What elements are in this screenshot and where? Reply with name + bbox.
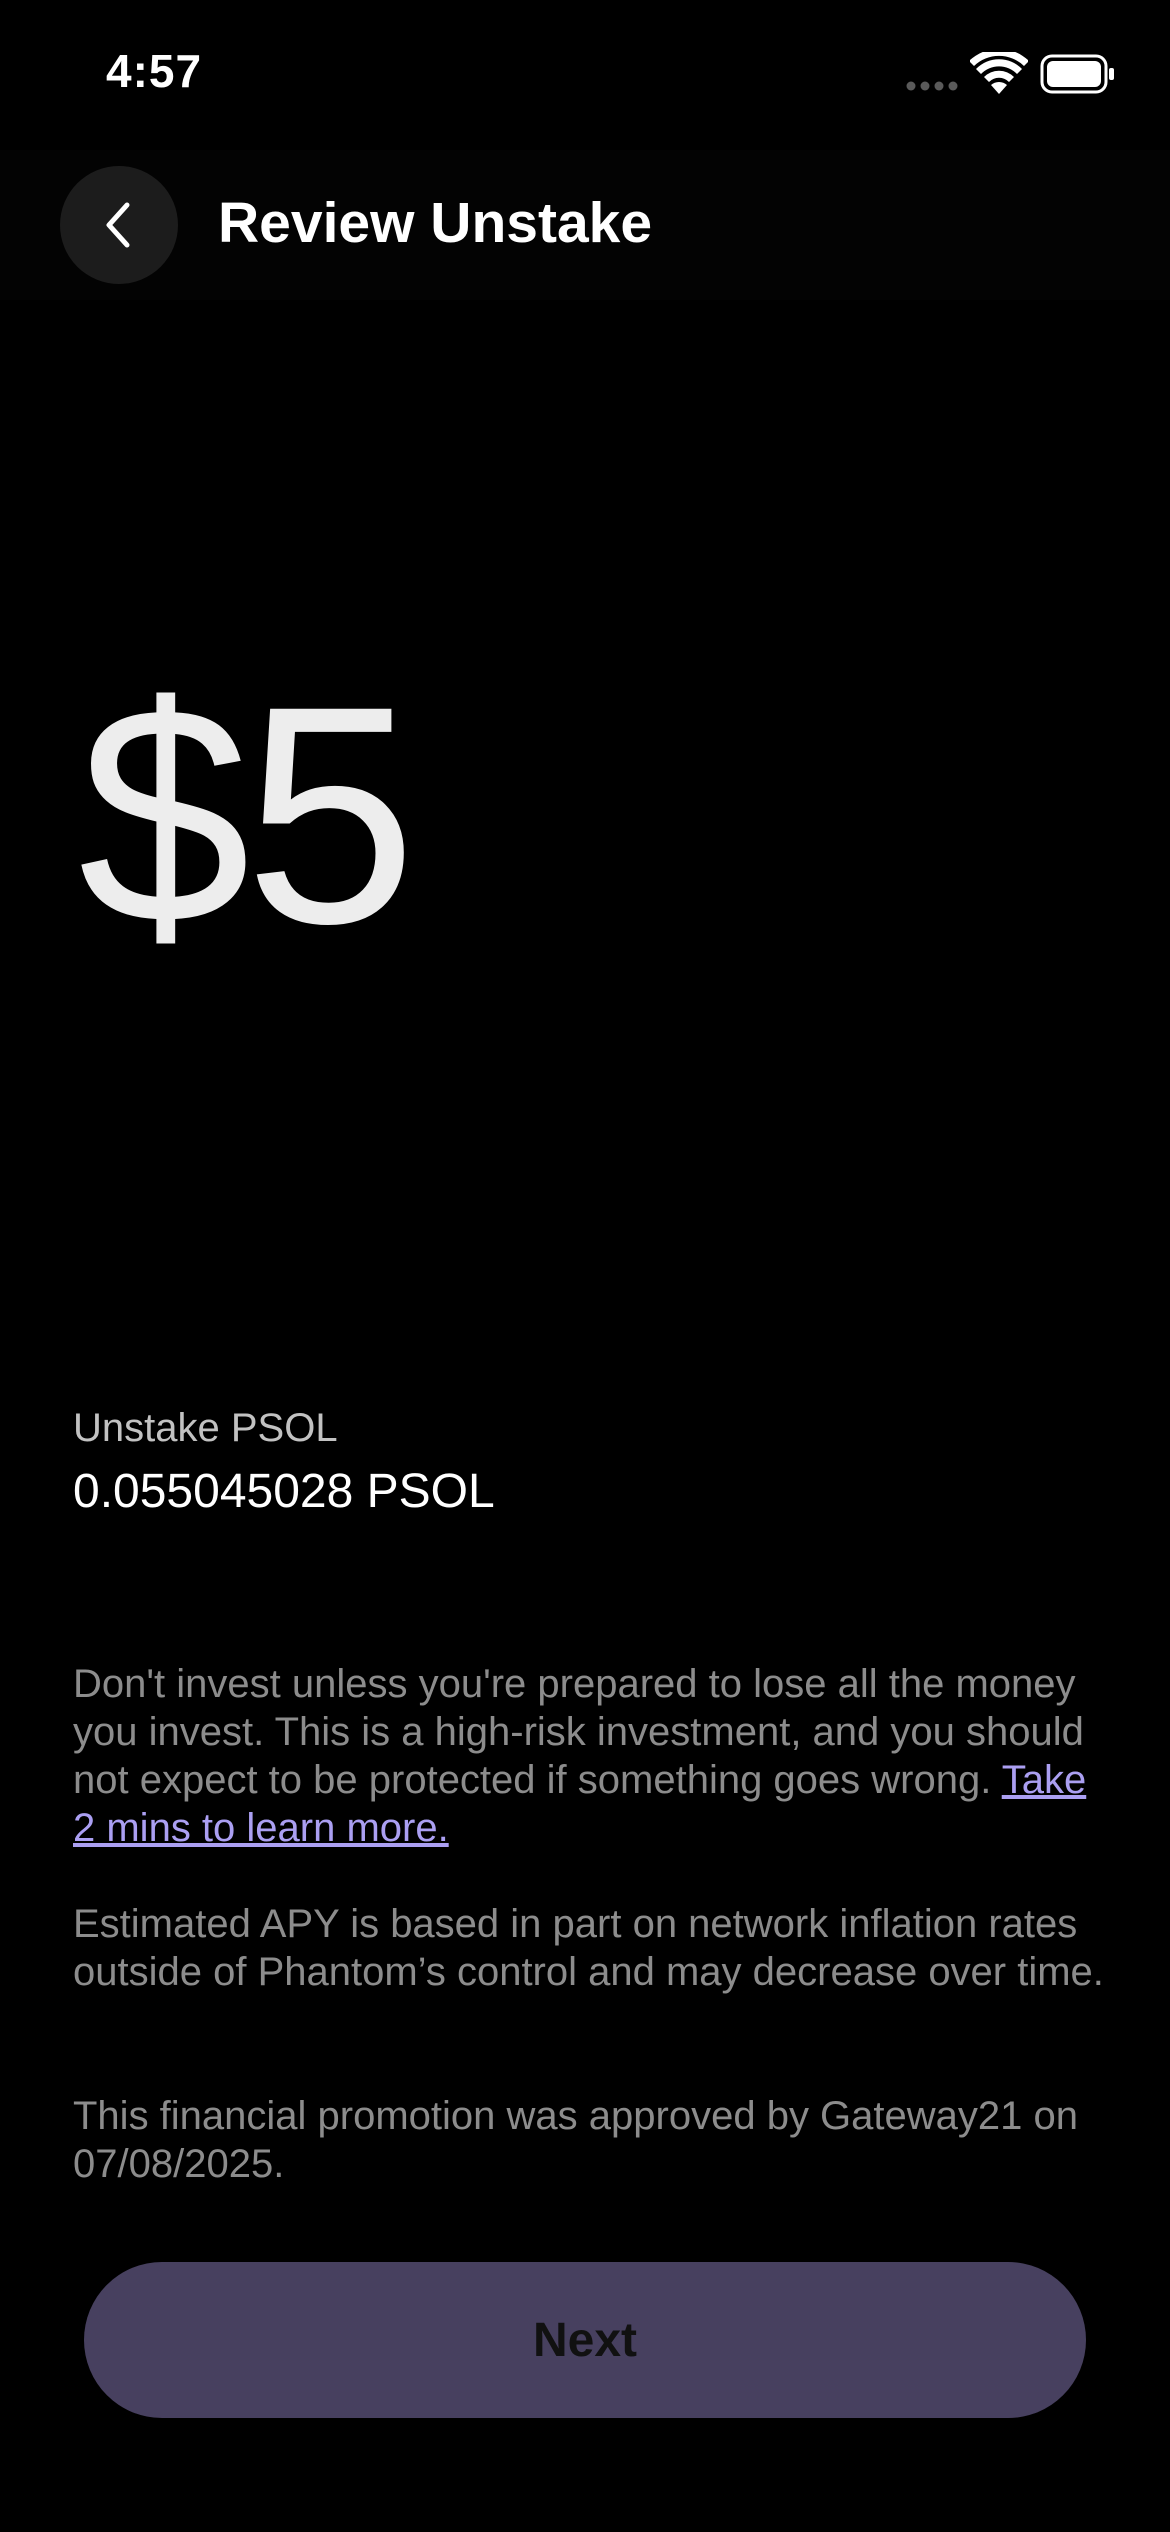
unstake-token-label: Unstake PSOL bbox=[73, 1406, 338, 1450]
next-button[interactable]: Next bbox=[84, 2262, 1086, 2418]
page-title: Review Unstake bbox=[218, 191, 653, 255]
unstake-amount: $5 bbox=[78, 641, 417, 988]
header: Review Unstake bbox=[0, 150, 1170, 300]
risk-disclaimer: Don't invest unless you're prepared to l… bbox=[73, 1660, 1113, 1852]
approval-disclaimer: This financial promotion was approved by… bbox=[73, 2094, 1078, 2186]
risk-disclaimer-text: Don't invest unless you're prepared to l… bbox=[73, 1662, 1084, 1802]
chevron-left-icon bbox=[106, 202, 130, 248]
unstake-token-value: 0.055045028 PSOL bbox=[73, 1465, 495, 1518]
status-bar: 4:57 bbox=[0, 0, 1170, 150]
status-time: 4:57 bbox=[106, 45, 203, 97]
battery-icon bbox=[1040, 54, 1114, 94]
wifi-icon bbox=[970, 52, 1028, 94]
review-unstake-screen: 4:57 Review Unstake $5 Unstake PSOL 0.05… bbox=[0, 0, 1170, 2532]
cellular-signal-icon bbox=[906, 81, 958, 91]
back-button[interactable] bbox=[60, 166, 178, 284]
apy-disclaimer: Estimated APY is based in part on networ… bbox=[73, 1902, 1104, 1994]
